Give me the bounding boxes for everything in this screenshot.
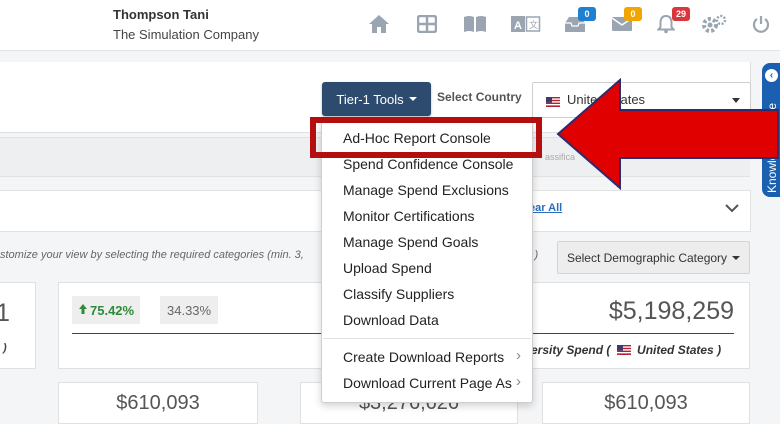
menu-item-manage-spend-exclusions[interactable]: Manage Spend Exclusions — [343, 182, 509, 198]
stat-card-left: 1 ) — [0, 282, 36, 369]
select-country-label: Select Country — [437, 90, 522, 104]
company-name: The Simulation Company — [113, 27, 259, 42]
us-flag-icon — [616, 344, 631, 358]
diversity-spend-caption-prefix: ersity Spend ( — [531, 343, 611, 357]
percent-change-value: 75.42% — [90, 302, 135, 318]
bell-icon[interactable]: 29 — [656, 7, 690, 35]
user-name: Thompson Tani — [113, 7, 209, 22]
caret-down-icon — [732, 255, 741, 260]
translate-icon[interactable]: A文 — [511, 13, 541, 35]
book-icon[interactable] — [463, 13, 487, 35]
bottom-stat-card: $610,093 — [58, 382, 258, 424]
stat-left-value: 1 — [0, 299, 10, 327]
inbox-badge: 0 — [578, 7, 596, 21]
menu-item-spend-confidence-console[interactable]: Spend Confidence Console — [343, 156, 513, 172]
stat-left-caption: ) — [3, 342, 7, 354]
menu-item-upload-spend[interactable]: Upload Spend — [343, 260, 432, 276]
bottom-stat-card: $610,093 — [542, 382, 750, 424]
select-demographic-category-button[interactable]: Select Demographic Category — [557, 241, 750, 274]
annotation-highlight-box — [310, 117, 542, 158]
power-icon[interactable] — [751, 13, 771, 35]
diversity-spend-caption: ersity Spend ( United States ) — [531, 343, 721, 358]
tier-1-tools-label: Tier-1 Tools — [336, 91, 404, 107]
notifications-badge: 29 — [672, 7, 690, 21]
percent-change-badge: 75.42% — [72, 296, 141, 324]
grid-icon[interactable] — [416, 13, 438, 35]
customize-instructions: stomize your view by selecting the requi… — [0, 249, 304, 261]
settings-icon[interactable] — [700, 13, 728, 35]
percent-share-value: 34.33% — [167, 302, 212, 318]
menu-item-create-download-reports[interactable]: Create Download Reports — [343, 347, 521, 365]
menu-item-download-current-page-as[interactable]: Download Current Page As — [343, 373, 521, 391]
caret-down-icon — [408, 97, 417, 101]
inbox-icon[interactable]: 0 — [563, 7, 596, 35]
menu-item-manage-spend-goals[interactable]: Manage Spend Goals — [343, 234, 478, 250]
menu-item-classify-suppliers[interactable]: Classify Suppliers — [343, 286, 454, 302]
tier-1-tools-menu: Ad-Hoc Report Console Spend Confidence C… — [321, 119, 533, 403]
clear-all-link[interactable]: ear All — [529, 202, 562, 214]
diversity-spend-caption-country: United States — [637, 343, 714, 357]
collapse-chevron-icon[interactable] — [724, 200, 740, 218]
tier-1-tools-button[interactable]: Tier-1 Tools — [322, 82, 431, 116]
menu-item-monitor-certifications[interactable]: Monitor Certifications — [343, 208, 475, 224]
menu-item-download-data[interactable]: Download Data — [343, 312, 439, 328]
mail-badge: 0 — [624, 7, 642, 21]
select-demographic-category-label: Select Demographic Category — [566, 250, 728, 265]
svg-text:文: 文 — [529, 19, 538, 30]
annotation-arrow-icon — [556, 78, 779, 190]
home-icon[interactable] — [368, 13, 390, 35]
svg-text:A: A — [514, 20, 522, 32]
diversity-spend-value: $5,198,259 — [608, 297, 734, 325]
arrow-up-icon — [78, 303, 88, 318]
percent-share-badge: 34.33% — [160, 296, 219, 324]
diversity-spend-caption-suffix: ) — [717, 343, 722, 357]
menu-divider — [323, 338, 531, 339]
mail-icon[interactable]: 0 — [611, 7, 642, 35]
top-header: Thompson Tani The Simulation Company A文 … — [0, 0, 780, 51]
